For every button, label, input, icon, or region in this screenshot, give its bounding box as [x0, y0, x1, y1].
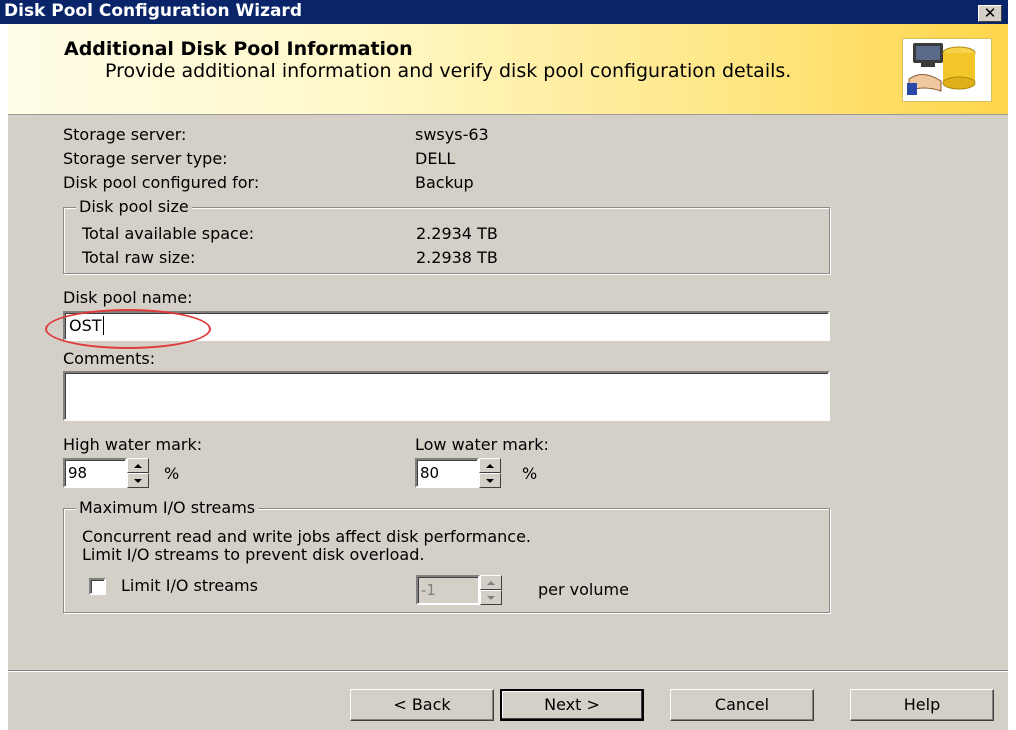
annotation-circle	[45, 309, 211, 349]
spin-down-icon	[487, 596, 495, 600]
io-streams-legend: Maximum I/O streams	[76, 498, 259, 517]
storage-server-type-value: DELL	[415, 149, 456, 168]
header-subtitle: Provide additional information and verif…	[105, 60, 792, 82]
title-bar[interactable]: Disk Pool Configuration Wizard ✕	[0, 0, 1016, 24]
high-water-spinner[interactable]: 98	[63, 458, 149, 488]
io-streams-down-button[interactable]	[480, 590, 502, 605]
disk-pool-wizard-icon	[902, 38, 992, 102]
window-title: Disk Pool Configuration Wizard	[4, 1, 302, 21]
io-streams-input[interactable]: -1	[416, 575, 480, 605]
high-water-unit: %	[164, 464, 180, 483]
storage-server-value: swsys-63	[415, 125, 489, 144]
low-water-unit: %	[522, 464, 538, 483]
close-icon: ✕	[983, 4, 997, 22]
low-water-spinner[interactable]: 80	[415, 458, 501, 488]
io-streams-value: 1	[426, 581, 436, 599]
low-water-label: Low water mark:	[415, 435, 549, 454]
raw-size-label: Total raw size:	[82, 248, 196, 267]
close-button[interactable]: ✕	[978, 5, 1002, 22]
spin-up-icon	[487, 581, 495, 585]
comments-label: Comments:	[63, 349, 156, 368]
io-streams-spinner[interactable]: -1	[416, 575, 502, 605]
io-streams-description-2: Limit I/O streams to prevent disk overlo…	[82, 545, 425, 564]
storage-server-label: Storage server:	[63, 125, 187, 144]
low-water-up-button[interactable]	[479, 458, 501, 473]
configured-for-label: Disk pool configured for:	[63, 173, 260, 192]
wizard-body: Storage server: swsys-63 Storage server …	[8, 115, 1008, 730]
next-button[interactable]: Next >	[500, 689, 644, 721]
spin-up-icon	[134, 464, 142, 468]
footer-separator	[8, 670, 1008, 672]
spin-up-icon	[486, 464, 494, 468]
disk-pool-size-group: Disk pool size Total available space: 2.…	[63, 197, 830, 274]
back-button[interactable]: < Back	[350, 689, 494, 721]
disk-pool-name-label: Disk pool name:	[63, 288, 193, 307]
cancel-button[interactable]: Cancel	[670, 689, 814, 721]
high-water-input[interactable]: 98	[63, 458, 127, 488]
configured-for-value: Backup	[415, 173, 474, 192]
disk-pool-size-legend: Disk pool size	[76, 197, 192, 216]
limit-io-streams-checkbox[interactable]	[89, 578, 106, 595]
high-water-label: High water mark:	[63, 435, 203, 454]
high-water-down-button[interactable]	[127, 473, 149, 488]
io-streams-group: Maximum I/O streams Concurrent read and …	[63, 498, 830, 613]
wizard-window: Disk Pool Configuration Wizard ✕ Additio…	[0, 0, 1016, 730]
raw-size-value: 2.2938 TB	[416, 248, 498, 267]
storage-server-type-label: Storage server type:	[63, 149, 228, 168]
spin-down-icon	[134, 479, 142, 483]
per-volume-label: per volume	[538, 580, 629, 599]
header-title: Additional Disk Pool Information	[64, 38, 413, 60]
limit-io-streams-label[interactable]: Limit I/O streams	[121, 576, 258, 595]
spin-down-icon	[486, 479, 494, 483]
available-space-value: 2.2934 TB	[416, 224, 498, 243]
low-water-input[interactable]: 80	[415, 458, 479, 488]
io-streams-description-1: Concurrent read and write jobs affect di…	[82, 527, 532, 546]
available-space-label: Total available space:	[82, 224, 255, 243]
high-water-up-button[interactable]	[127, 458, 149, 473]
wizard-header: Additional Disk Pool Information Provide…	[8, 24, 1008, 115]
io-streams-up-button[interactable]	[480, 575, 502, 590]
low-water-down-button[interactable]	[479, 473, 501, 488]
help-button[interactable]: Help	[850, 689, 994, 721]
comments-input[interactable]	[63, 371, 830, 421]
